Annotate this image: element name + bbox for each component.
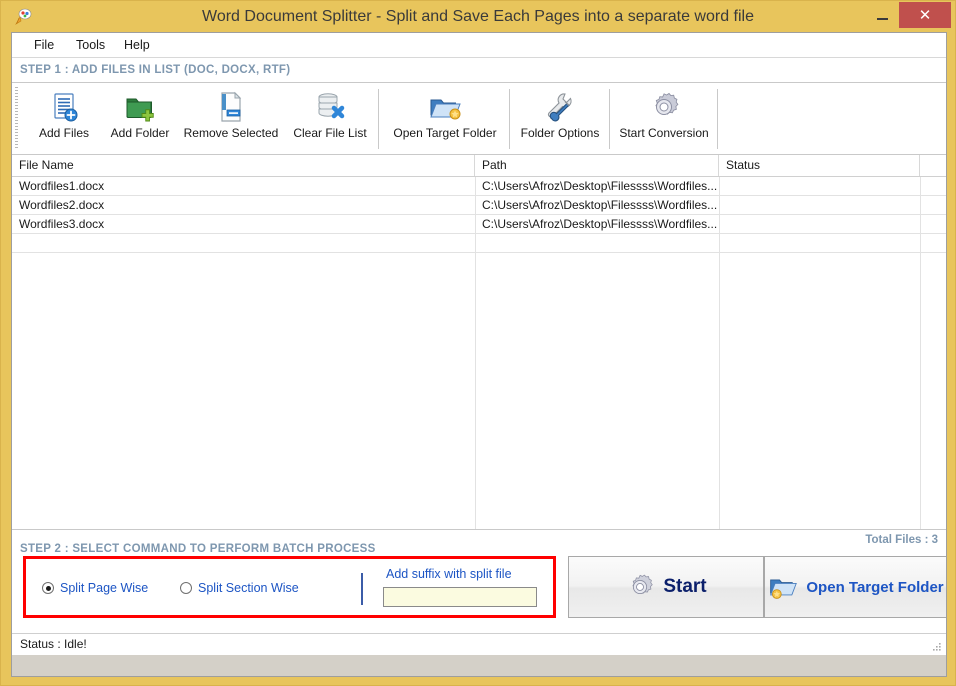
window-bottom-filler xyxy=(12,655,946,676)
close-button[interactable]: ✕ xyxy=(899,2,951,28)
start-conversion-button[interactable]: Start Conversion xyxy=(612,85,716,153)
open-folder-icon xyxy=(768,572,798,602)
open-target-folder-button-label: Open Target Folder xyxy=(806,578,944,596)
menu-bar: File Tools Help xyxy=(12,33,946,58)
application-window: Word Document Splitter - Split and Save … xyxy=(0,0,956,686)
file-list-header: File Name Path Status xyxy=(12,155,946,177)
status-bar: Status : Idle! xyxy=(12,633,946,655)
open-target-folder-icon xyxy=(428,90,462,124)
start-button-label: Start xyxy=(663,576,707,597)
folder-options-button[interactable]: Folder Options xyxy=(512,85,608,153)
total-files-label: Total Files : 3 xyxy=(865,534,938,546)
split-options-group: Split Page Wise Split Section Wise Add s… xyxy=(23,556,556,618)
table-row[interactable]: Wordfiles2.docx C:\Users\Afroz\Desktop\F… xyxy=(12,196,946,215)
folder-options-label: Folder Options xyxy=(520,126,600,140)
folder-options-icon xyxy=(543,90,577,124)
window-title: Word Document Splitter - Split and Save … xyxy=(202,8,754,25)
remove-selected-icon xyxy=(214,90,248,124)
start-button[interactable]: Start xyxy=(568,556,764,618)
options-divider xyxy=(361,573,363,605)
radio-indicator-section-wise xyxy=(180,582,192,594)
client-area: File Tools Help STEP 1 : ADD FILES IN LI… xyxy=(11,32,947,677)
remove-selected-button[interactable]: Remove Selected xyxy=(178,85,284,153)
table-row[interactable]: Wordfiles3.docx C:\Users\Afroz\Desktop\F… xyxy=(12,215,946,234)
add-files-icon xyxy=(47,90,81,124)
toolbar-separator xyxy=(609,89,610,149)
radio-split-page-wise[interactable]: Split Page Wise xyxy=(42,581,148,595)
cell-path: C:\Users\Afroz\Desktop\Filessss\Wordfile… xyxy=(482,217,718,231)
remove-selected-label: Remove Selected xyxy=(183,126,279,140)
open-target-folder-button[interactable]: Open Target Folder xyxy=(764,556,946,618)
menu-item-tools[interactable]: Tools xyxy=(68,33,113,57)
gear-icon xyxy=(625,572,655,602)
title-bar: Word Document Splitter - Split and Save … xyxy=(1,1,955,32)
table-row-empty[interactable] xyxy=(12,234,946,253)
toolbar-grip[interactable] xyxy=(15,87,18,150)
step2-panel: Split Page Wise Split Section Wise Add s… xyxy=(12,556,946,631)
menu-item-file[interactable]: File xyxy=(26,33,62,57)
add-folder-label: Add Folder xyxy=(110,126,170,140)
start-conversion-label: Start Conversion xyxy=(619,126,709,140)
start-conversion-icon xyxy=(647,90,681,124)
add-files-label: Add Files xyxy=(38,126,90,140)
open-target-folder-toolbar-label: Open Target Folder xyxy=(393,126,497,140)
radio-split-section-wise[interactable]: Split Section Wise xyxy=(180,581,299,595)
suffix-label: Add suffix with split file xyxy=(386,567,512,581)
file-list[interactable]: File Name Path Status Wordfiles1.docx C:… xyxy=(12,155,946,530)
column-header-file-name[interactable]: File Name xyxy=(12,155,475,176)
add-folder-button[interactable]: Add Folder xyxy=(102,85,178,153)
table-row[interactable]: Wordfiles1.docx C:\Users\Afroz\Desktop\F… xyxy=(12,177,946,196)
menu-item-help[interactable]: Help xyxy=(116,33,158,57)
cell-file-name: Wordfiles3.docx xyxy=(19,217,105,231)
add-files-button[interactable]: Add Files xyxy=(26,85,102,153)
status-text: Status : Idle! xyxy=(20,637,87,651)
open-target-folder-toolbar-button[interactable]: Open Target Folder xyxy=(382,85,508,153)
clear-file-list-icon xyxy=(313,90,347,124)
toolbar-separator xyxy=(717,89,718,149)
clear-file-list-button[interactable]: Clear File List xyxy=(284,85,376,153)
toolbar-separator xyxy=(378,89,379,149)
radio-label-section-wise: Split Section Wise xyxy=(198,581,299,595)
cell-status xyxy=(719,196,920,214)
column-header-spacer xyxy=(920,155,946,176)
cell-path: C:\Users\Afroz\Desktop\Filessss\Wordfile… xyxy=(482,198,718,212)
suffix-input[interactable] xyxy=(383,587,537,607)
toolbar: Add Files Add Folder Remove Selected Cle… xyxy=(12,82,946,155)
step1-header: STEP 1 : ADD FILES IN LIST (DOC, DOCX, R… xyxy=(20,64,291,76)
cell-path: C:\Users\Afroz\Desktop\Filessss\Wordfile… xyxy=(482,179,718,193)
radio-label-page-wise: Split Page Wise xyxy=(60,581,149,595)
resize-grip[interactable] xyxy=(931,641,943,653)
add-folder-icon xyxy=(123,90,157,124)
cell-status xyxy=(719,215,920,233)
minimize-icon xyxy=(876,18,888,20)
column-header-status[interactable]: Status xyxy=(719,155,920,176)
cell-file-name: Wordfiles1.docx xyxy=(19,179,105,193)
minimize-button[interactable] xyxy=(867,2,897,28)
cell-status xyxy=(719,177,920,195)
clear-file-list-label: Clear File List xyxy=(293,126,367,140)
cell-file-name: Wordfiles2.docx xyxy=(19,198,105,212)
toolbar-separator xyxy=(509,89,510,149)
column-header-path[interactable]: Path xyxy=(475,155,719,176)
radio-indicator-page-wise xyxy=(42,582,54,594)
